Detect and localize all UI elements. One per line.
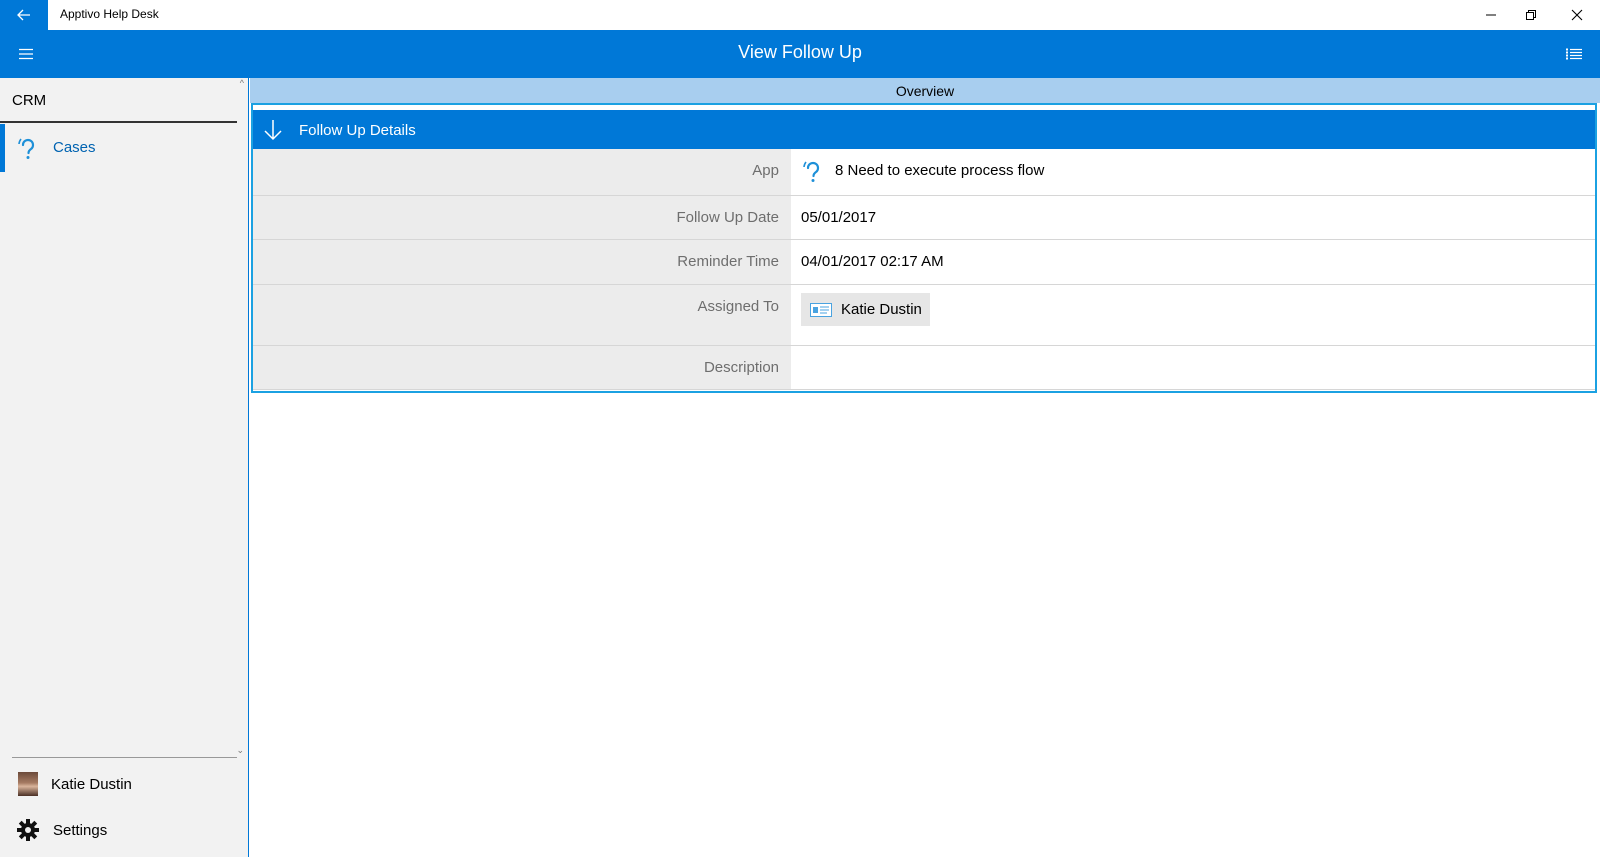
field-label: Description [703, 359, 779, 376]
field-label: Follow Up Date [676, 209, 779, 226]
follow-up-date-value: 05/01/2017 [801, 209, 877, 226]
settings-button[interactable]: Settings [0, 806, 248, 854]
settings-label: Settings [53, 822, 108, 839]
sidebar-item-cases[interactable]: Cases [0, 124, 248, 172]
field-label: Assigned To [697, 298, 779, 315]
follow-up-details-panel: Follow Up Details App 8 Need to execute … [251, 103, 1597, 393]
minimize-icon [1486, 14, 1496, 16]
follow-up-details-header[interactable]: Follow Up Details [253, 110, 1595, 149]
sidebar-divider [12, 757, 237, 758]
sidebar-item-label: Cases [53, 139, 96, 156]
sidebar: ^ CRM Cases ⌄ Katie Dustin Settings [0, 78, 249, 857]
scroll-down-icon[interactable]: ⌄ [236, 745, 244, 756]
overview-label: Overview [895, 83, 955, 99]
user-name: Katie Dustin [51, 776, 132, 793]
field-row-assigned-to: Assigned To Katie Dustin [253, 285, 1595, 346]
avatar [18, 772, 38, 796]
field-row-app: App 8 Need to execute process flow [253, 149, 1595, 196]
list-icon [1566, 48, 1582, 60]
close-icon [1571, 9, 1583, 21]
restore-button[interactable] [1508, 0, 1554, 30]
user-profile[interactable]: Katie Dustin [0, 760, 248, 806]
field-label: Reminder Time [677, 253, 779, 270]
selection-indicator [0, 124, 5, 172]
sidebar-section-title: CRM [12, 92, 47, 109]
section-divider [0, 121, 237, 123]
assignee-chip[interactable]: Katie Dustin [801, 293, 930, 326]
contact-card-icon [810, 303, 832, 317]
gear-icon [17, 819, 39, 841]
restore-icon [1526, 10, 1536, 20]
page-title: View Follow Up [738, 42, 862, 62]
field-row-description: Description [253, 346, 1595, 390]
field-row-reminder-time: Reminder Time 04/01/2017 02:17 AM [253, 240, 1595, 285]
reminder-time-value: 04/01/2017 02:17 AM [801, 253, 944, 270]
field-row-follow-up-date: Follow Up Date 05/01/2017 [253, 196, 1595, 240]
overview-tab[interactable]: Overview [250, 78, 1600, 103]
section-title: Follow Up Details [299, 122, 416, 139]
close-button[interactable] [1554, 0, 1600, 30]
list-view-button[interactable] [1556, 36, 1592, 72]
help-ear-icon [803, 161, 820, 182]
field-label: App [752, 162, 779, 179]
arrow-down-icon [264, 120, 282, 141]
back-button[interactable] [0, 0, 48, 30]
scroll-up-icon[interactable]: ^ [240, 78, 244, 88]
window-titlebar: Apptivo Help Desk [0, 0, 1600, 30]
back-arrow-icon [17, 9, 30, 21]
help-ear-icon [18, 138, 35, 159]
app-header: View Follow Up [0, 30, 1600, 78]
assignee-name: Katie Dustin [841, 301, 922, 318]
app-link[interactable]: 8 Need to execute process flow [835, 162, 1044, 179]
window-title: Apptivo Help Desk [60, 7, 159, 21]
